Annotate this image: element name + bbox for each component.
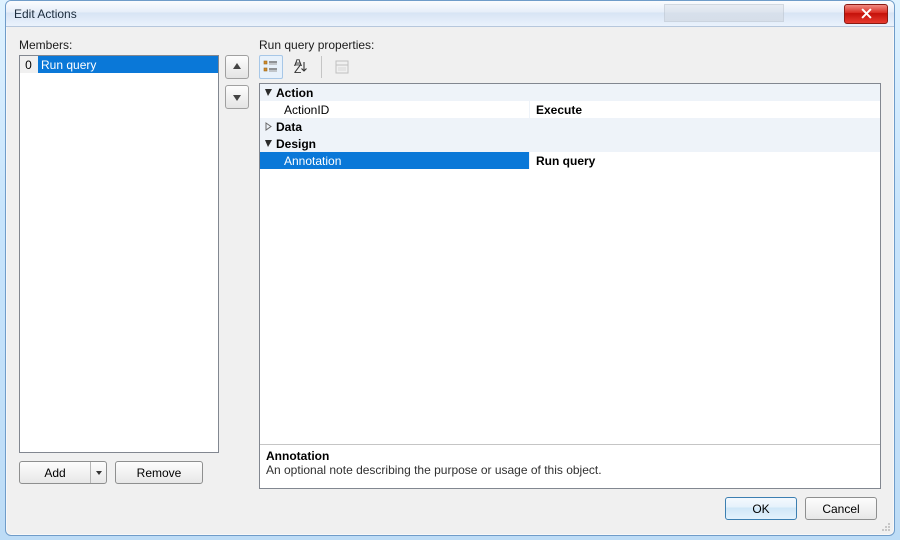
property-category[interactable]: Design xyxy=(260,135,880,152)
categorized-view-button[interactable] xyxy=(259,55,283,79)
property-category-label: Data xyxy=(276,120,302,134)
ok-button[interactable]: OK xyxy=(725,497,797,520)
close-button[interactable] xyxy=(844,4,888,24)
ok-button-label: OK xyxy=(752,502,769,516)
resize-grip-icon xyxy=(879,520,891,532)
move-up-button[interactable] xyxy=(225,55,249,79)
chevron-down-icon xyxy=(95,469,103,477)
alphabetical-view-button[interactable]: A Z xyxy=(289,55,313,79)
arrow-down-icon xyxy=(232,92,242,102)
property-description-name: Annotation xyxy=(266,449,874,463)
remove-button[interactable]: Remove xyxy=(115,461,203,484)
categorized-icon xyxy=(263,59,279,75)
alphabetical-icon: A Z xyxy=(293,59,309,75)
edit-actions-dialog: Edit Actions Members: 0 Run query xyxy=(5,0,895,536)
members-pane: Members: 0 Run query xyxy=(19,38,249,489)
property-value[interactable]: Execute xyxy=(530,101,880,118)
list-item[interactable]: 0 Run query xyxy=(20,56,218,73)
background-app-hint xyxy=(664,4,784,22)
cancel-button[interactable]: Cancel xyxy=(805,497,877,520)
properties-pane: Run query properties: xyxy=(259,38,881,489)
members-list[interactable]: 0 Run query xyxy=(19,55,219,453)
add-button[interactable]: Add xyxy=(19,461,107,484)
property-pages-icon xyxy=(334,59,350,75)
dialog-footer: OK Cancel xyxy=(11,489,889,530)
property-grid[interactable]: Action ActionID Execute Data xyxy=(259,83,881,489)
add-button-dropdown[interactable] xyxy=(90,462,106,483)
list-item-index: 0 xyxy=(20,56,38,73)
property-name: Annotation xyxy=(260,152,530,169)
remove-button-label: Remove xyxy=(137,466,182,480)
list-item-label: Run query xyxy=(38,58,96,72)
add-button-label: Add xyxy=(20,466,90,480)
property-category-label: Action xyxy=(276,86,313,100)
client-area: Members: 0 Run query xyxy=(11,32,889,530)
svg-text:Z: Z xyxy=(294,62,301,75)
property-row[interactable]: Annotation Run query xyxy=(260,152,880,169)
property-value[interactable]: Run query xyxy=(530,152,880,169)
property-name: ActionID xyxy=(260,101,530,118)
property-category[interactable]: Data xyxy=(260,118,880,135)
titlebar[interactable]: Edit Actions xyxy=(6,1,894,27)
resize-grip[interactable] xyxy=(879,520,891,532)
arrow-up-icon xyxy=(232,62,242,72)
toolbar-separator xyxy=(321,56,322,78)
property-description-text: An optional note describing the purpose … xyxy=(266,463,874,477)
expand-icon[interactable] xyxy=(260,122,276,131)
cancel-button-label: Cancel xyxy=(822,502,859,516)
window-title: Edit Actions xyxy=(14,7,77,21)
property-category[interactable]: Action xyxy=(260,84,880,101)
move-down-button[interactable] xyxy=(225,85,249,109)
propertygrid-toolbar: A Z xyxy=(259,55,881,79)
collapse-icon[interactable] xyxy=(260,88,276,97)
property-pages-button[interactable] xyxy=(330,55,354,79)
property-category-label: Design xyxy=(276,137,316,151)
properties-label: Run query properties: xyxy=(259,38,881,52)
property-row[interactable]: ActionID Execute xyxy=(260,101,880,118)
members-label: Members: xyxy=(19,38,249,52)
property-description-pane: Annotation An optional note describing t… xyxy=(260,444,880,488)
close-icon xyxy=(861,8,872,19)
collapse-icon[interactable] xyxy=(260,139,276,148)
